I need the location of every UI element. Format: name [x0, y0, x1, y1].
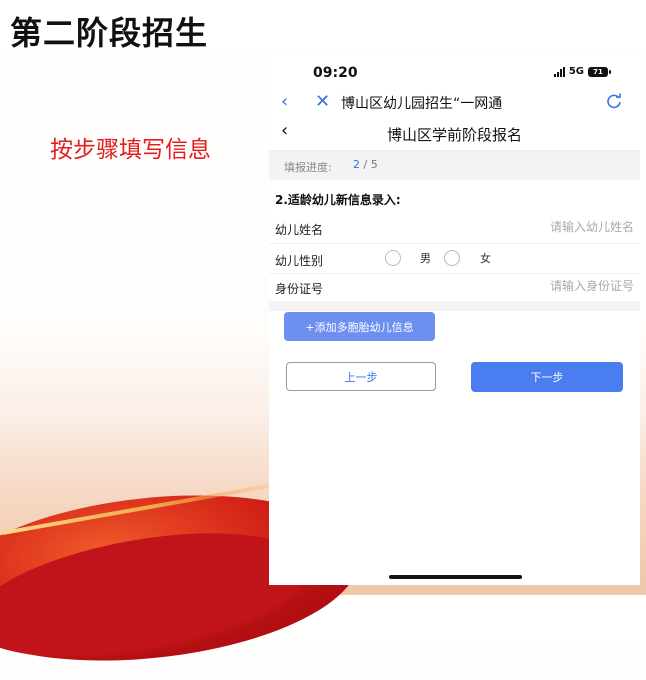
add-twins-button[interactable]: +添加多胞胎幼儿信息 — [284, 312, 435, 341]
page-title: 博山区学前阶段报名 — [386, 126, 522, 144]
id-number-row: 身份证号 — [269, 273, 640, 303]
signal-icon — [553, 66, 565, 77]
progress-row: 填报进度: 2 / 5 — [269, 151, 640, 180]
home-indicator[interactable] — [389, 575, 522, 579]
progress-separator: / — [363, 158, 368, 171]
progress-current: 2 — [353, 158, 360, 171]
id-number-input[interactable] — [434, 279, 634, 293]
network-type: 5G — [568, 66, 584, 77]
page-header: ‹ 博山区学前阶段报名 — [269, 116, 640, 151]
id-number-label: 身份证号 — [275, 282, 324, 296]
gender-label-male: 男 — [420, 252, 431, 265]
browser-toolbar: ‹ ✕ 博山区幼儿园招生“一网通 — [269, 90, 640, 116]
close-icon[interactable]: ✕ — [315, 91, 330, 112]
child-name-label: 幼儿姓名 — [275, 223, 324, 237]
prev-step-button[interactable]: 上一步 — [286, 362, 436, 391]
child-gender-label: 幼儿性别 — [275, 254, 324, 268]
slide-title: 第二阶段招生 — [10, 14, 209, 52]
status-time: 09:20 — [313, 65, 358, 81]
slide-note: 按步骤填写信息 — [50, 137, 211, 163]
child-name-input[interactable] — [434, 220, 634, 234]
section-title: 2.适龄幼儿新信息录入: — [275, 193, 401, 207]
status-icons: 5G 71 — [553, 66, 611, 77]
child-name-row: 幼儿姓名 — [269, 214, 640, 244]
battery-icon: 71 — [588, 66, 611, 77]
browser-title: 博山区幼儿园招生“一网通 — [341, 96, 503, 112]
section-divider — [269, 301, 640, 311]
status-bar: 09:20 5G 71 — [269, 55, 640, 90]
gender-radio-male[interactable] — [385, 250, 401, 266]
refresh-icon[interactable] — [606, 93, 622, 109]
gender-radio-female[interactable] — [444, 250, 460, 266]
child-gender-row: 幼儿性别 男 女 — [269, 244, 640, 274]
progress-value: 2 / 5 — [353, 158, 378, 171]
next-step-button[interactable]: 下一步 — [471, 362, 623, 392]
gender-label-female: 女 — [480, 252, 491, 265]
back-icon[interactable]: ‹ — [281, 91, 288, 112]
phone-screenshot: 09:20 5G 71 ‹ ✕ 博山区幼儿园招生“一网通 ‹ 博山区学前阶段报名… — [269, 55, 640, 585]
progress-label: 填报进度: — [284, 161, 332, 174]
progress-total: 5 — [370, 158, 378, 171]
